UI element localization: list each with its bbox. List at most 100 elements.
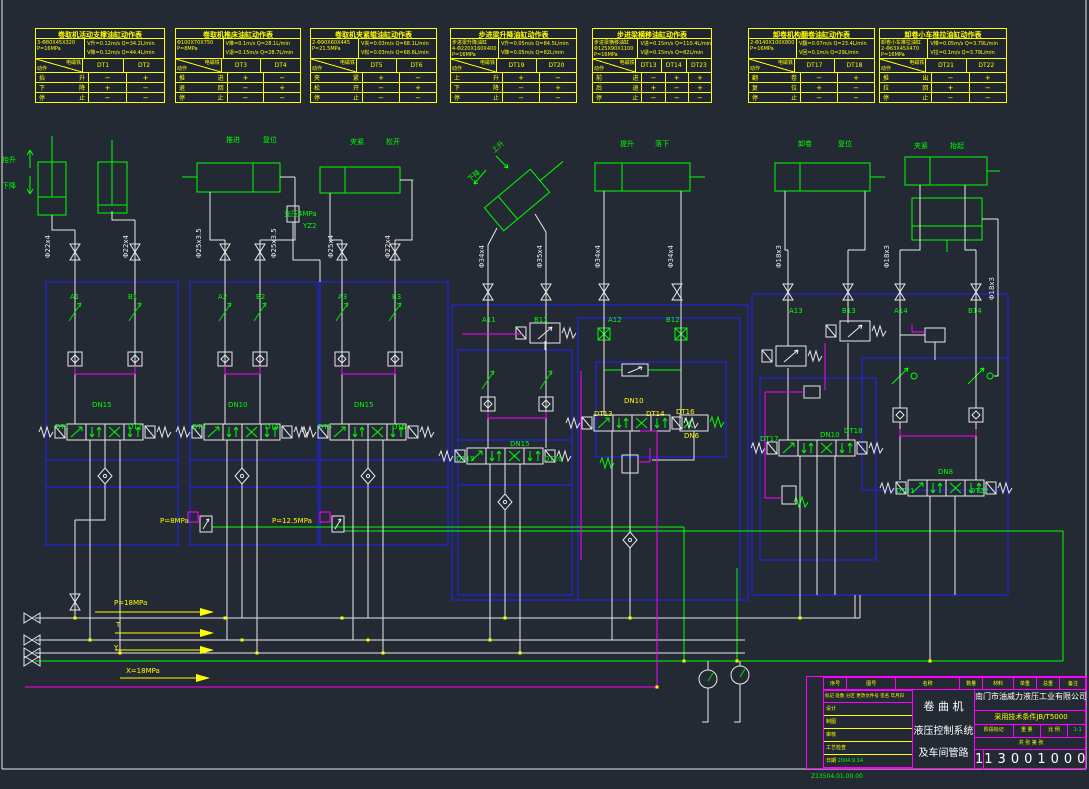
action-row: 退回−+	[176, 83, 300, 93]
schematic-label: DN10	[228, 401, 248, 409]
cylinder-params: 卸卷小车推拉油缸2-Φ63X45X470P=16MPa	[880, 39, 928, 58]
schematic-label: P=12.5MPa	[272, 517, 312, 525]
schematic-label: A13	[789, 307, 803, 315]
action-row: 停止−−	[880, 93, 1006, 102]
schematic-label: A14	[894, 307, 908, 315]
action-label: 推进	[176, 73, 228, 82]
schematic-label: X=18MPa	[126, 667, 160, 675]
action-label: 上升	[451, 73, 503, 82]
solenoid-state: +	[540, 83, 576, 92]
solenoid-state: +	[400, 83, 436, 92]
diagonal-header: 电磁铁动作	[593, 59, 636, 72]
action-table-beam-lift-cylinder: 步进梁升降油缸动作表步进梁升降油缸4-Φ220X160X400P=16MPaV升…	[450, 28, 577, 103]
schematic-label: Y	[113, 644, 119, 652]
solenoid-state: −	[503, 83, 540, 92]
solenoid-state: −	[400, 93, 436, 102]
diagonal-header: 电磁铁动作	[880, 59, 926, 72]
action-row: 上升+−	[451, 73, 576, 83]
action-table-clamp-cylinder: 卷取机夹紧辊油缸动作表2-Φ90X60X445P=21.5MPaV夹=0.03m…	[310, 28, 437, 103]
flow-values: V进=0.15m/s Q=110.4L/minV退=0.15m/s Q=82L/…	[638, 39, 711, 58]
solenoid-state: +	[666, 73, 689, 82]
flow-arrows	[74, 608, 932, 689]
table-title: 卷取机活动支撑油缸动作表	[36, 29, 164, 39]
schematic-label: DT19	[456, 455, 475, 463]
valve-symbols	[24, 244, 1012, 688]
solenoid-state: −	[666, 93, 689, 102]
solenoid-column-header: DT1	[83, 59, 124, 72]
action-row: 翻卷−+	[749, 73, 874, 83]
stage-scale-row: 阶段标记 重 量 比 例 1:1	[975, 725, 1087, 738]
schematic-label: B3	[392, 293, 401, 301]
solenoid-state: +	[801, 83, 838, 92]
schematic-label: DT13	[594, 410, 613, 418]
action-row: 抬升−+	[36, 73, 164, 83]
table-title: 卷取机夹紧辊油缸动作表	[311, 29, 436, 39]
schematic-label: A11	[482, 316, 496, 324]
schematic-label: B2	[256, 293, 265, 301]
company-area: 南门市油威力液压工业有限公司 采用技术条件JB/T5000 阶段标记 重 量 比…	[975, 690, 1087, 768]
schematic-label: A12	[608, 316, 622, 324]
schematic-label: B14	[968, 307, 982, 315]
action-row: 松开−+	[311, 83, 436, 93]
schematic-label: 卸卷	[798, 139, 812, 148]
solenoid-state: −	[503, 93, 540, 102]
schematic-label: YZ2	[302, 222, 317, 230]
schematic-label: Φ25x4	[327, 234, 335, 258]
solenoid-state: −	[400, 73, 436, 82]
schematic-label: DT16	[676, 408, 695, 416]
solenoid-state: −	[801, 93, 838, 102]
schematic-label: Φ25x3.5	[195, 228, 203, 258]
solenoid-state: −	[970, 83, 1006, 92]
schematic-label: DN6	[684, 432, 700, 440]
schematic-label: 抬升	[2, 155, 16, 164]
solenoid-column-header: DT22	[967, 59, 1006, 72]
action-row: 停止−−	[749, 93, 874, 102]
solenoid-column-header: DT17	[795, 59, 835, 72]
tech-note: 采用技术条件JB/T5000	[975, 711, 1087, 725]
schematic-label: DN10	[820, 431, 840, 439]
schematic-label: DN15	[354, 401, 374, 409]
document-code: Z13504.01.00.00	[811, 773, 863, 780]
solenoid-state: +	[838, 73, 874, 82]
solenoid-state: +	[503, 73, 540, 82]
solenoid-state: −	[642, 93, 665, 102]
schematic-label: 复位	[838, 139, 852, 148]
solenoid-state: −	[363, 93, 400, 102]
action-label: 下降	[36, 83, 89, 92]
solenoid-state: +	[642, 83, 665, 92]
action-row: 后退+−+	[593, 83, 711, 93]
diagonal-header: 电磁铁动作	[311, 59, 357, 72]
schematic-label: 夹紧	[914, 141, 928, 150]
table-title: 步进梁横移油缸动作表	[593, 29, 711, 39]
action-table-tilt-cylinder: 卸卷机构翻卷油缸动作表2-Φ140X100X800P=16MPaV翻=0.07m…	[748, 28, 875, 103]
solenoid-state: −	[540, 93, 576, 102]
date-label: 日期	[826, 758, 836, 764]
cylinder-params: 步进梁横移油缸Φ125X90X1100P=16MPa	[593, 39, 638, 58]
solenoid-column-header: DT21	[926, 59, 966, 72]
schematic-label: 松开	[386, 137, 400, 146]
drawing-number-row: 1 13001000	[975, 750, 1087, 770]
action-label: 停止	[311, 93, 363, 102]
diagonal-header: 电磁铁动作	[36, 59, 83, 72]
action-table-pusher-cylinder: 卷取机推床油缸动作表Φ100X70X750P=8MPaV推=0.1m/s Q=2…	[175, 28, 301, 103]
drawing-number: 13001000	[984, 750, 1089, 770]
schematic-label: Φ25x3.5	[270, 228, 278, 258]
action-row: 下降−+	[451, 83, 576, 93]
action-table-cart-cylinder: 卸卷小车推拉油缸动作表卸卷小车推拉油缸2-Φ63X45X470P=16MPaV推…	[879, 28, 1007, 103]
action-row: 下降+−	[36, 83, 164, 93]
solenoid-state: +	[689, 73, 711, 82]
action-row: 推出−+	[880, 73, 1006, 83]
schematic-label: 抬起	[950, 141, 964, 150]
action-row: 推进+−	[176, 73, 300, 83]
action-table-support-cylinder: 卷取机活动支撑油缸动作表3-Φ80X45X320P=16MPaV升=0.12m/…	[35, 28, 165, 103]
solenoid-column-header: DT19	[497, 59, 537, 72]
schematic-label: B13	[842, 307, 856, 315]
sheet-count: 共 张 第 张	[975, 738, 1087, 750]
cylinder-params: 2-Φ140X100X800P=16MPa	[749, 39, 797, 58]
solenoid-column-header: DT23	[687, 59, 711, 72]
solenoid-state: −	[666, 83, 689, 92]
solenoid-state: −	[228, 83, 265, 92]
company-name: 南门市油威力液压工业有限公司	[975, 690, 1087, 711]
solenoid-state: −	[127, 93, 164, 102]
schematic-label: Φ35x4	[536, 244, 544, 268]
